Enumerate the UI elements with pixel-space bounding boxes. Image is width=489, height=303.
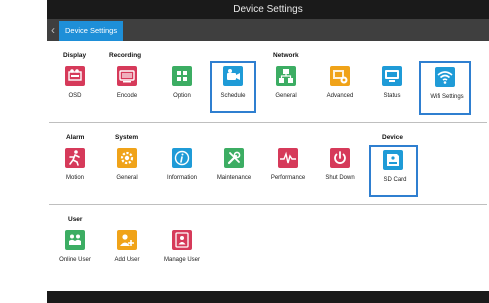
online-user-button[interactable]: Online User: [52, 225, 98, 277]
system-general-button[interactable]: General: [104, 143, 150, 195]
sd-card-button[interactable]: SD Card: [369, 145, 418, 197]
status-icon: [382, 66, 402, 86]
osd-button[interactable]: OSD: [52, 61, 98, 113]
section-system: System: [115, 134, 139, 141]
option-button[interactable]: Option: [159, 61, 205, 113]
divider-1: [49, 122, 487, 123]
network-general-label: General: [275, 93, 297, 99]
sd-card-icon: [383, 150, 403, 170]
performance-button[interactable]: Performance: [265, 143, 311, 195]
sd-card-label: SD Card: [383, 177, 407, 183]
motion-icon: [65, 148, 85, 168]
wifi-settings-button[interactable]: Wifi Settings: [419, 61, 471, 115]
maintenance-icon: [224, 148, 244, 168]
maintenance-label: Maintenance: [216, 175, 252, 181]
advanced-button[interactable]: Advanced: [317, 61, 363, 113]
osd-icon: [65, 66, 85, 86]
schedule-icon: [223, 66, 243, 86]
section-recording: Recording: [109, 52, 142, 59]
maintenance-button[interactable]: Maintenance: [211, 143, 257, 195]
window-title: Device Settings: [47, 0, 489, 19]
manage-user-button[interactable]: Manage User: [159, 225, 205, 277]
shut-down-label: Shut Down: [325, 175, 355, 181]
advanced-icon: [330, 66, 350, 86]
device-settings-window: Device Settings ‹ Device Settings Displa…: [47, 0, 489, 303]
section-display: Display: [63, 52, 87, 59]
power-icon: [330, 148, 350, 168]
encode-icon: [117, 66, 137, 86]
performance-icon: [278, 148, 298, 168]
divider-2: [49, 204, 487, 205]
section-user: User: [68, 216, 83, 223]
wifi-settings-label: Wifi Settings: [430, 94, 464, 100]
status-button[interactable]: Status: [369, 61, 415, 113]
system-general-label: General: [116, 175, 138, 181]
back-chevron-icon[interactable]: ‹: [47, 19, 59, 41]
schedule-button[interactable]: Schedule: [210, 61, 256, 113]
wifi-icon: [435, 67, 455, 87]
bottom-bar: [47, 291, 489, 303]
manage-user-label: Manage User: [163, 257, 201, 263]
online-user-icon: [65, 230, 85, 250]
manage-user-icon: [172, 230, 192, 250]
network-general-icon: [276, 66, 296, 86]
section-device: Device: [382, 134, 403, 141]
shut-down-button[interactable]: Shut Down: [317, 143, 363, 195]
add-user-button[interactable]: Add User: [104, 225, 150, 277]
information-icon: [172, 148, 192, 168]
information-button[interactable]: Information: [159, 143, 205, 195]
encode-label: Encode: [116, 93, 138, 99]
tab-device-settings[interactable]: Device Settings: [59, 21, 124, 41]
system-general-icon: [117, 148, 137, 168]
tab-bar: ‹ Device Settings: [47, 19, 489, 41]
add-user-icon: [117, 230, 137, 250]
network-general-button[interactable]: General: [263, 61, 309, 113]
section-network: Network: [273, 52, 299, 59]
settings-panel: Display Recording Network OSD Encode Opt…: [47, 41, 489, 291]
motion-button[interactable]: Motion: [52, 143, 98, 195]
encode-button[interactable]: Encode: [104, 61, 150, 113]
section-alarm: Alarm: [66, 134, 85, 141]
status-label: Status: [383, 93, 401, 99]
add-user-label: Add User: [114, 257, 140, 263]
option-icon: [172, 66, 192, 86]
